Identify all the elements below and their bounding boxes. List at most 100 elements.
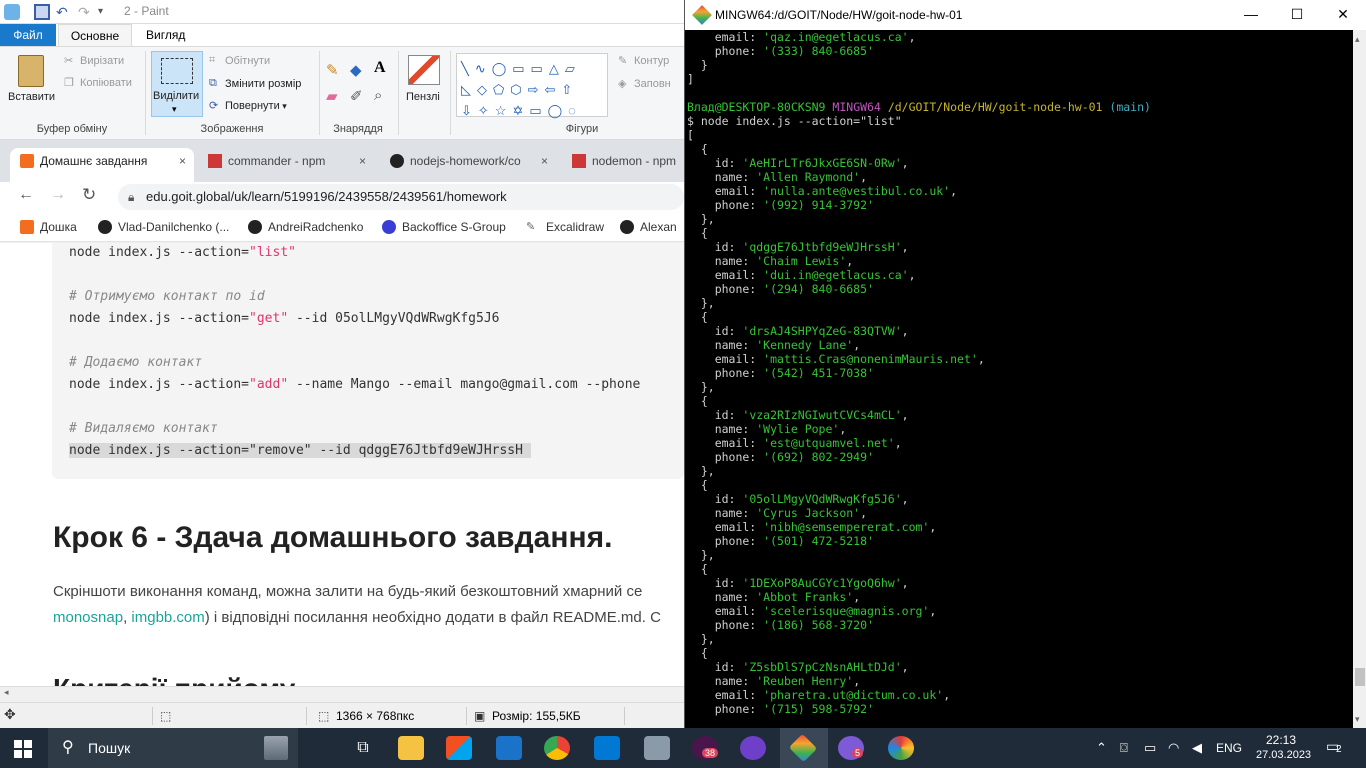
scroll-left-icon[interactable]: ◂ [4,687,9,698]
brushes-label: Пензлі [406,91,440,103]
paint-title: 2 - Paint [124,4,169,18]
search-icon: ⚲ [62,739,74,756]
terminal-text: phone: [687,450,764,464]
crop-button[interactable]: ⌗ Обітнути [209,54,270,67]
browser-tab-commander[interactable]: commander - npm × [198,148,374,182]
task-view-icon[interactable]: ⧉ [350,736,376,760]
tab-home[interactable]: Основне [58,24,132,46]
text-icon[interactable]: A [374,59,386,77]
contact-phone: '(542) 451-7038' [763,366,874,380]
imgbb-link[interactable]: imgbb.com [131,609,204,626]
redo-icon[interactable]: ↷ [78,4,94,20]
browser-tab-nodemon[interactable]: nodemon - npm [562,148,684,182]
bookmark-alexan[interactable]: Alexan [620,220,677,234]
shapes-gallery[interactable]: ╲∿◯▭▭△▱ ◺◇⬠⬡⇨⇦⇧ ⇩✧☆✡▭◯◌ [456,53,608,118]
bookmark-vlad[interactable]: Vlad-Danilchenko (... [98,220,229,234]
terminal-scrollbar[interactable]: ▴ ▾ [1353,30,1366,728]
chrome-icon[interactable] [544,736,570,760]
magnifier-icon[interactable]: ⌕ [374,87,382,104]
chevron-up-icon[interactable]: ⌃ [1096,740,1107,756]
contact-id: 'Z5sbDlS7pCzNsnAHLtDJd' [742,660,902,674]
scroll-up-icon[interactable]: ▴ [1355,34,1360,45]
snipping-icon[interactable] [644,736,670,760]
npm-favicon [208,154,222,168]
maximize-icon[interactable]: ☐ [1287,6,1307,24]
terminal-text: id: [687,324,743,338]
terminal-line: id: '1DEXoP8AuCGYc1YgoQ6hw', [687,576,909,590]
paint-taskbar-icon[interactable] [888,736,914,760]
close-icon[interactable]: × [541,148,548,174]
battery-icon[interactable]: ▭ [1144,740,1156,756]
resize-button[interactable]: ⧉ Змінити розмір [209,77,301,90]
ribbon-separator [398,51,399,135]
file-explorer-icon[interactable] [398,736,424,760]
clock-date[interactable]: 27.03.2023 [1256,749,1311,761]
terminal-text: , [846,254,854,268]
clock-time[interactable]: 22:13 [1266,733,1296,747]
address-bar[interactable]: 🔒︎ edu.goit.global/uk/learn/5199196/2439… [118,184,684,210]
qat-dropdown-icon[interactable]: ▾ [98,4,114,20]
camera-icon[interactable]: ⌼ [1120,740,1128,756]
terminal-text: , [853,674,861,688]
browser-toolbar: ← → ↻ 🔒︎ edu.goit.global/uk/learn/519919… [0,182,684,212]
forward-icon[interactable]: → [50,186,66,204]
select-button[interactable]: Виділити ▾ [151,51,203,117]
store-icon[interactable] [446,736,472,760]
save-icon[interactable] [34,4,50,20]
tab-file[interactable]: Файл [0,24,56,46]
terminal-scroll-thumb[interactable] [1355,668,1365,686]
terminal-text: , [929,604,937,618]
terminal-text: , [901,492,909,506]
terminal-text: { [687,394,708,408]
close-icon[interactable]: × [179,148,186,174]
terminal-text: { [687,562,708,576]
contact-phone: '(294) 840-6685' [763,282,874,296]
brushes-button[interactable]: Пензлі [404,53,444,115]
terminal-text: { [687,478,708,492]
mail-icon[interactable] [496,736,522,760]
paragraph: Скріншоти виконання команд, можна залити… [53,583,643,600]
terminal-line: }, [687,380,715,394]
back-icon[interactable]: ← [18,186,34,204]
browser-tab-homework[interactable]: Домашнє завдання × [10,148,194,182]
paste-button[interactable]: Вставити [6,53,56,115]
terminal-line: phone: '(186) 568-3720' [687,618,874,632]
terminal-output[interactable]: email: 'qaz.in@egetlacus.ca', phone: '(3… [685,30,1353,728]
terminal-title: MINGW64:/d/GOIT/Node/HW/goit-node-hw-01 [715,8,963,22]
pencil-icon[interactable]: ✎ [326,61,339,79]
close-icon[interactable]: × [359,148,366,174]
tab-view[interactable]: Вигляд [136,24,195,46]
rotate-icon: ⟳ [209,100,219,112]
language-indicator[interactable]: ENG [1216,741,1242,755]
color-picker-icon[interactable]: ✐ [350,87,363,105]
bookmark-andrei[interactable]: AndreiRadchenko [248,220,363,234]
bookmark-backoffice[interactable]: Backoffice S-Group [382,220,506,234]
rotate-button[interactable]: ⟳ Повернути ▾ [209,100,287,112]
minimize-icon[interactable]: — [1241,6,1261,24]
cut-button[interactable]: ✂ Вирізати [64,55,124,67]
reload-icon[interactable]: ↻ [82,185,96,205]
browser-tab-github[interactable]: nodejs-homework/co × [380,148,556,182]
wifi-icon[interactable]: ◠ [1168,740,1179,756]
taskbar-search[interactable]: ⚲ Пошук [48,728,298,768]
bookmark-dashboard[interactable]: Дошка [20,220,77,234]
horizontal-scrollbar[interactable]: ◂ [0,686,684,702]
outline-button[interactable]: ✎ Контур [618,55,669,67]
contact-id: 'drsAJ4SHPYqZeG-83QTVW' [742,324,902,338]
scroll-down-icon[interactable]: ▾ [1355,714,1360,725]
github-desktop-icon[interactable] [740,736,766,760]
vscode-icon[interactable] [594,736,620,760]
git-bash-icon [692,5,712,25]
monosnap-link[interactable]: monosnap [53,609,123,626]
close-window-icon[interactable]: ✕ [1333,6,1353,24]
terminal-text: name: [687,338,757,352]
volume-icon[interactable]: ◀ [1192,740,1202,756]
windows-start-icon[interactable] [14,740,32,758]
fill-shape-button[interactable]: ◈ Заповн [618,78,671,90]
bookmark-excalidraw[interactable]: ✎ Excalidraw [526,220,604,234]
eraser-icon[interactable]: ▰ [326,87,338,105]
copy-button[interactable]: ❐ Копіювати [64,77,132,89]
terminal-line: { [687,142,708,156]
undo-icon[interactable]: ↶ [56,4,72,20]
fill-icon[interactable]: ◆ [350,61,362,79]
